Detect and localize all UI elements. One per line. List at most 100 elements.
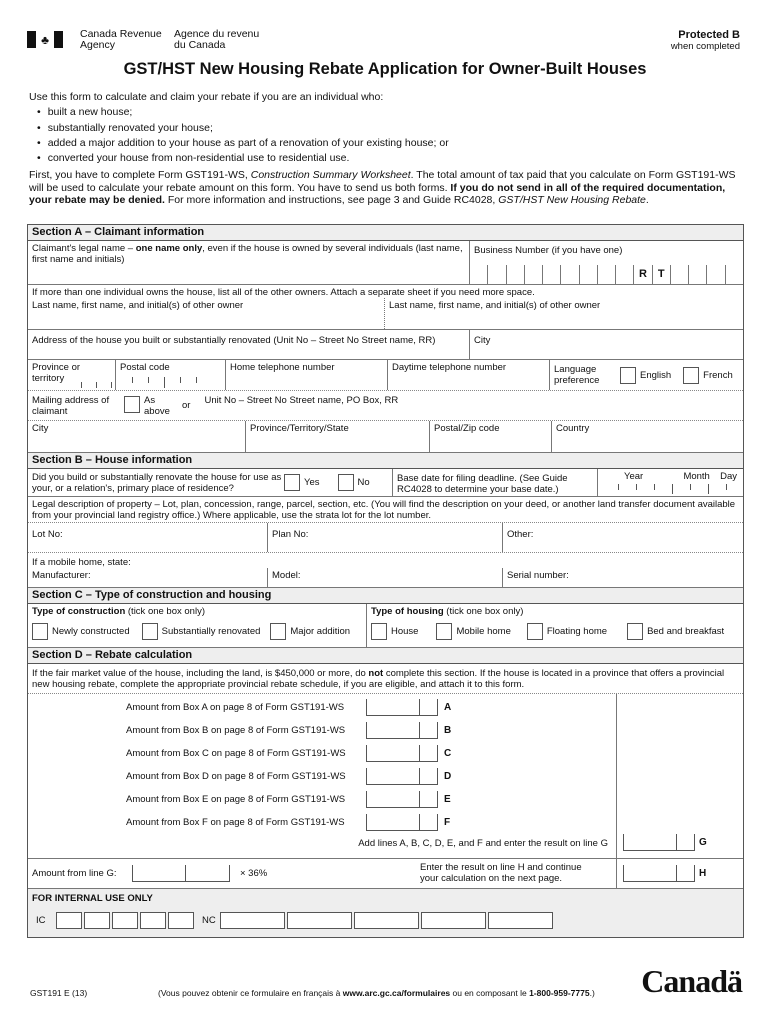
bn-r: R bbox=[634, 265, 653, 284]
label: (Vous pouvez obtenir ce formulaire en fr… bbox=[158, 988, 343, 998]
nc-box[interactable] bbox=[488, 912, 553, 929]
when-completed: when completed bbox=[670, 41, 740, 52]
ic-box[interactable] bbox=[112, 912, 138, 929]
mail-province-field[interactable]: Province/Territory/State bbox=[246, 421, 430, 452]
ic-box[interactable] bbox=[84, 912, 110, 929]
label: Language preference bbox=[554, 364, 600, 386]
label: Day bbox=[720, 471, 737, 482]
ic-box[interactable] bbox=[56, 912, 82, 929]
other-owner-1-field[interactable]: Last name, first name, and initial(s) of… bbox=[28, 298, 385, 329]
label: Substantially renovated bbox=[161, 626, 261, 637]
ic-box[interactable] bbox=[168, 912, 194, 929]
calc-line-f: Amount from Box F on page 8 of Form GST1… bbox=[126, 814, 450, 831]
construction-type: Type of construction (tick one box only)… bbox=[28, 604, 367, 647]
amount-h-input[interactable] bbox=[623, 865, 695, 882]
french-url-link[interactable]: www.arc.gc.ca/formulaires bbox=[343, 988, 450, 998]
as-above-checkbox[interactable] bbox=[124, 396, 140, 413]
label: Bed and breakfast bbox=[647, 626, 725, 637]
construction-row: Type of construction (tick one box only)… bbox=[28, 604, 743, 648]
other-field[interactable]: Other: bbox=[503, 523, 743, 552]
daytime-phone-field[interactable]: Daytime telephone number bbox=[388, 360, 550, 390]
label-bold: Type of construction bbox=[32, 606, 126, 617]
bn-label: Business Number (if you have one) bbox=[474, 245, 623, 256]
amount-d-input[interactable] bbox=[366, 768, 438, 785]
amount-g-input[interactable] bbox=[623, 834, 695, 851]
plan-number-field[interactable]: Plan No: bbox=[268, 523, 503, 552]
english-checkbox[interactable] bbox=[620, 366, 636, 384]
lot-number-field[interactable]: Lot No: bbox=[28, 523, 268, 552]
floating-home-checkbox[interactable] bbox=[526, 623, 543, 640]
other-owner-2-field[interactable]: Last name, first name, and initial(s) of… bbox=[385, 298, 743, 329]
multiplier: × 36% bbox=[240, 868, 268, 879]
line-h: H bbox=[623, 865, 706, 882]
house-address-field[interactable]: Address of the house you built or substa… bbox=[28, 330, 470, 359]
line-letter: F bbox=[444, 817, 451, 828]
base-date-field[interactable]: Year Month Day bbox=[598, 469, 743, 496]
amount-a-input[interactable] bbox=[366, 699, 438, 716]
canada-wordmark: Canadä bbox=[641, 963, 743, 999]
mobile-home-checkbox[interactable] bbox=[436, 623, 453, 640]
substantially-renovated-checkbox[interactable] bbox=[141, 623, 158, 640]
home-phone-field[interactable]: Home telephone number bbox=[226, 360, 388, 390]
ic-label: IC bbox=[36, 915, 46, 926]
label: Amount from Box B on page 8 of Form GST1… bbox=[126, 725, 346, 736]
amount-from-g-input[interactable] bbox=[132, 865, 230, 882]
legal-name-field[interactable]: Claimant's legal name – one name only, e… bbox=[28, 241, 470, 284]
intro-lead: Use this form to calculate and claim you… bbox=[29, 91, 384, 103]
amount-e-input[interactable] bbox=[366, 791, 438, 808]
model-field[interactable]: Model: bbox=[268, 568, 503, 587]
canada-flag-icon: ♣ bbox=[27, 31, 63, 48]
ic-box[interactable] bbox=[140, 912, 166, 929]
mail-country-field[interactable]: Country bbox=[552, 421, 743, 452]
other-owners-note: If more than one individual owns the hou… bbox=[32, 287, 535, 298]
agency-name-en: Canada Revenue Agency bbox=[80, 29, 162, 51]
amount-c-input[interactable] bbox=[366, 745, 438, 762]
label: Major addition bbox=[290, 626, 351, 637]
bn-t: T bbox=[653, 265, 671, 284]
mail-postal-field[interactable]: Postal/Zip code bbox=[430, 421, 552, 452]
guide-name: GST/HST New Housing Rebate bbox=[498, 194, 646, 207]
major-addition-checkbox[interactable] bbox=[270, 623, 287, 640]
intro-text: First, you have to complete Form GST191-… bbox=[29, 169, 251, 182]
newly-constructed-checkbox[interactable] bbox=[32, 623, 48, 640]
house-checkbox[interactable] bbox=[371, 623, 387, 640]
line-h-column: H bbox=[617, 859, 743, 888]
calc-line-c: Amount from Box C on page 8 of Form GST1… bbox=[126, 745, 451, 762]
residence-row: Did you build or substantially renovate … bbox=[28, 469, 743, 497]
mobile-row: Manufacturer: Model: Serial number: bbox=[28, 568, 743, 588]
nc-box[interactable] bbox=[220, 912, 285, 929]
line-g: G bbox=[623, 834, 707, 851]
business-number-field[interactable]: Business Number (if you have one) RT bbox=[470, 241, 743, 284]
amount-f-input[interactable] bbox=[366, 814, 438, 831]
calc-line-b: Amount from Box B on page 8 of Form GST1… bbox=[126, 722, 451, 739]
french-checkbox[interactable] bbox=[683, 366, 700, 384]
label: Amount from Box E on page 8 of Form GST1… bbox=[126, 794, 346, 805]
mail-city-field[interactable]: City bbox=[28, 421, 246, 452]
other-owners-row: Last name, first name, and initial(s) of… bbox=[28, 298, 743, 330]
serial-number-field[interactable]: Serial number: bbox=[503, 568, 743, 587]
mailing-address-field[interactable]: Mailing address of claimant As above or … bbox=[28, 391, 743, 420]
postal-code-field[interactable]: Postal code bbox=[116, 360, 226, 390]
amount-b-input[interactable] bbox=[366, 722, 438, 739]
nc-box[interactable] bbox=[287, 912, 352, 929]
mailing-city-row: City Province/Territory/State Postal/Zip… bbox=[28, 421, 743, 453]
manufacturer-field[interactable]: Manufacturer: bbox=[28, 568, 268, 587]
housing-type: Type of housing (tick one box only) Hous… bbox=[367, 604, 743, 647]
internal-use: FOR INTERNAL USE ONLY IC NC bbox=[28, 889, 743, 937]
bed-and-breakfast-checkbox[interactable] bbox=[627, 623, 644, 640]
line-letter: A bbox=[444, 702, 452, 713]
nc-box[interactable] bbox=[421, 912, 486, 929]
nc-box[interactable] bbox=[354, 912, 419, 929]
label: As above bbox=[144, 395, 170, 417]
no-checkbox[interactable] bbox=[337, 474, 354, 491]
yes-checkbox[interactable] bbox=[284, 474, 300, 491]
form-number: GST191 E (13) bbox=[30, 988, 88, 998]
label: Mailing address of claimant bbox=[32, 395, 110, 417]
house-city-field[interactable]: City bbox=[470, 330, 743, 359]
label: If the fair market value of the house, i… bbox=[32, 668, 369, 679]
bn-boxes[interactable]: RT bbox=[470, 265, 743, 284]
primary-residence-question: Did you build or substantially renovate … bbox=[28, 469, 393, 496]
line-g-label: Add lines A, B, C, D, E, and F and enter… bbox=[358, 838, 608, 849]
calc-line-a: Amount from Box A on page 8 of Form GST1… bbox=[126, 699, 451, 716]
province-field[interactable]: Province or territory bbox=[28, 360, 116, 390]
